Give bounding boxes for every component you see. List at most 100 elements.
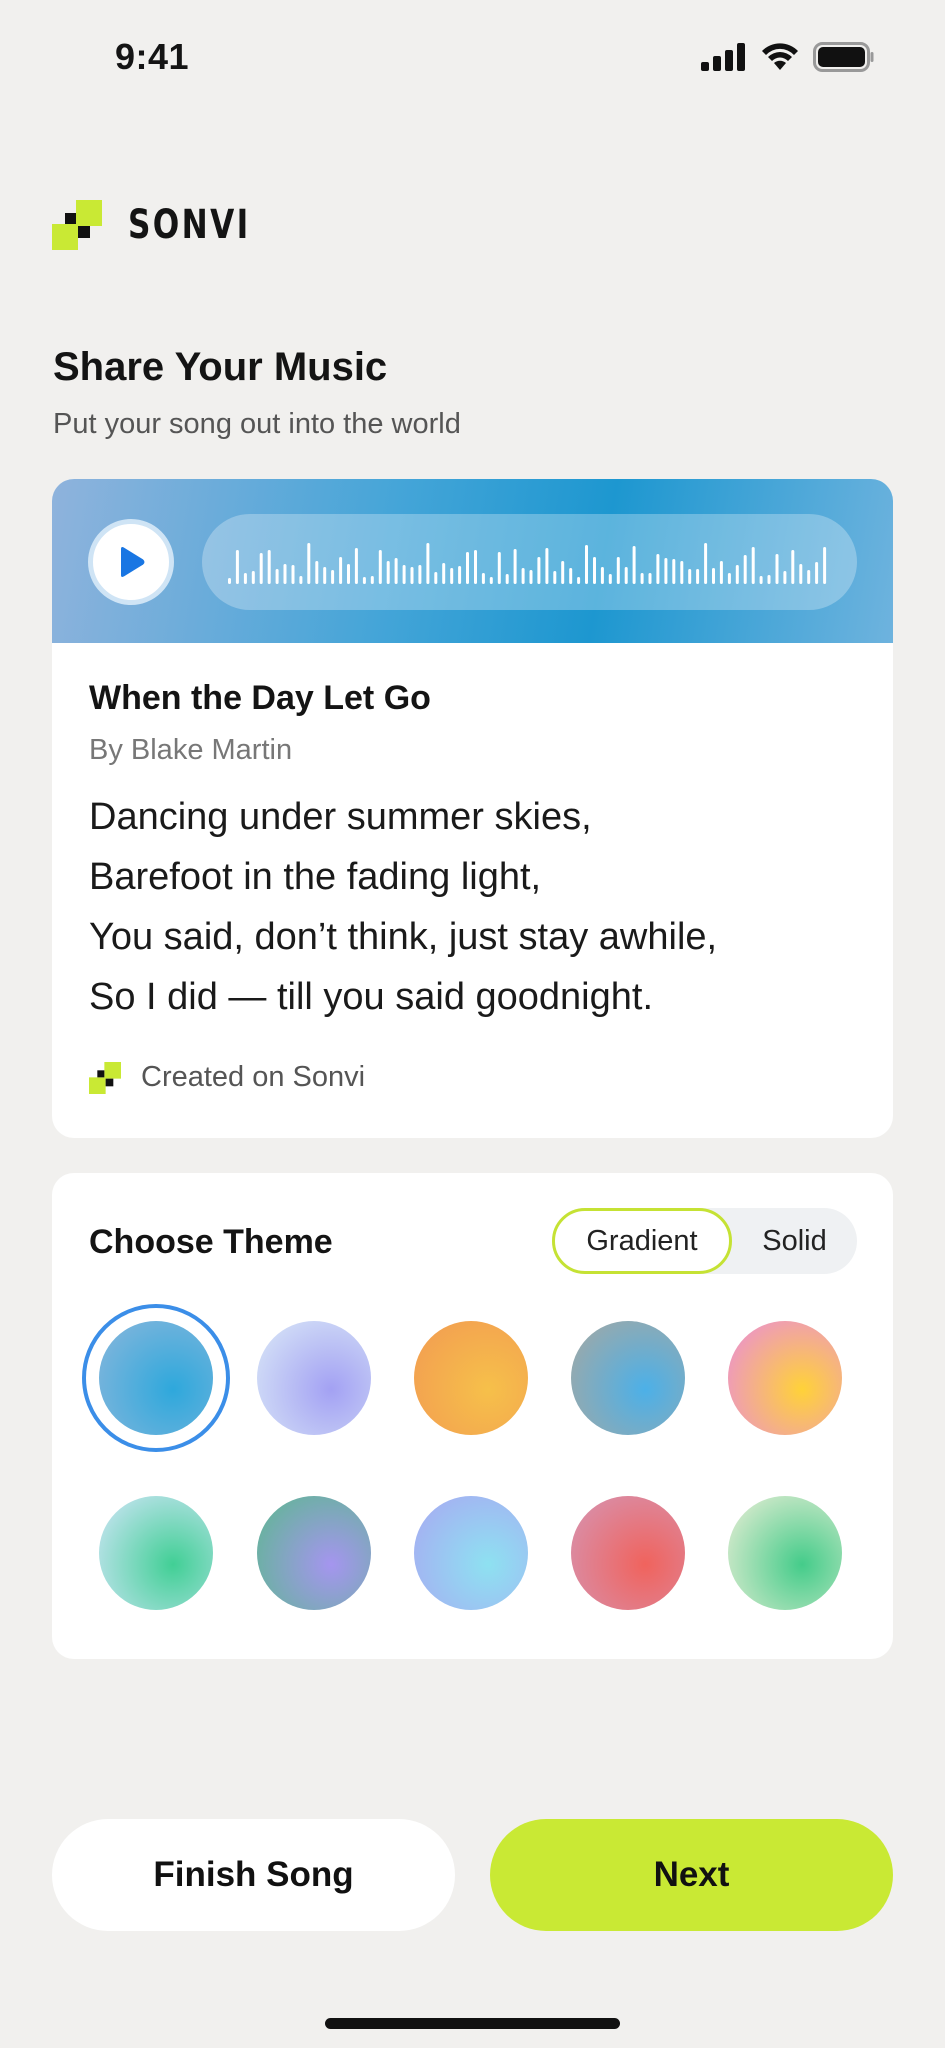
waveform-bar	[537, 557, 541, 584]
waveform-bar	[339, 557, 343, 584]
waveform-bar	[585, 545, 588, 584]
waveform-bar	[426, 543, 430, 584]
theme-swatch-green-cream[interactable]	[728, 1496, 842, 1610]
waveform-bar	[561, 561, 565, 584]
status-icons	[701, 42, 875, 72]
lyric-line: Dancing under summer skies,	[89, 796, 592, 838]
waveform-bar	[727, 573, 731, 584]
waveform-bar	[608, 574, 612, 584]
theme-title: Choose Theme	[89, 1223, 333, 1261]
theme-swatch-teal-blue[interactable]	[571, 1321, 685, 1435]
waveform-bar	[593, 557, 596, 584]
waveform-bar	[347, 564, 350, 584]
lyric-line: You said, don’t think, just stay awhile,	[89, 916, 718, 958]
waveform-bar	[481, 573, 485, 584]
waveform-bar	[235, 550, 239, 584]
page-subtitle: Put your song out into the world	[53, 408, 461, 440]
waveform-bar	[712, 568, 715, 584]
waveform[interactable]	[202, 514, 857, 610]
lyric-line: So I did — till you said goodnight.	[89, 976, 654, 1018]
waveform-bar	[378, 550, 382, 584]
waveform-bar	[704, 543, 708, 584]
waveform-bar	[275, 569, 279, 584]
waveform-bar	[735, 565, 739, 584]
waveform-bar	[759, 576, 763, 584]
waveform-bar	[362, 577, 366, 584]
waveform-bar	[672, 559, 676, 584]
status-time: 9:41	[115, 36, 190, 77]
brand-logo: SONVI	[52, 200, 285, 250]
wifi-icon	[762, 43, 798, 70]
waveform-bar	[307, 543, 311, 584]
battery-icon	[813, 42, 874, 72]
waveform-bar	[807, 570, 811, 584]
theme-swatch-lavender[interactable]	[257, 1321, 371, 1435]
home-indicator	[325, 2018, 620, 2029]
created-on-label: Created on Sonvi	[141, 1061, 366, 1093]
theme-swatch-orange[interactable]	[414, 1321, 528, 1435]
next-button[interactable]: Next	[490, 1819, 893, 1931]
sonvi-logo-icon	[52, 200, 102, 250]
theme-swatch-mint[interactable]	[99, 1496, 213, 1610]
waveform-bar	[458, 566, 462, 584]
waveform-bar	[529, 570, 533, 584]
waveform-bar	[783, 571, 787, 584]
waveform-bar	[331, 570, 335, 584]
page-title: Share Your Music	[53, 345, 388, 389]
waveform-bar	[791, 550, 795, 584]
waveform-bar	[799, 564, 803, 584]
selected-swatch-ring	[82, 1304, 230, 1452]
waveform-bar	[719, 561, 723, 584]
song-preview-card: When the Day Let Go By Blake Martin Danc…	[52, 479, 893, 1138]
waveform-bar	[354, 548, 358, 584]
waveform-bar	[418, 565, 422, 584]
theme-swatch-coral[interactable]	[571, 1496, 685, 1610]
audio-player	[52, 479, 893, 643]
waveform-bar	[513, 549, 517, 584]
waveform-bar	[323, 567, 327, 584]
sonvi-small-logo-icon	[89, 1061, 121, 1094]
waveform-bar	[243, 573, 247, 584]
waveform-bar	[497, 552, 501, 584]
waveform-bar	[640, 573, 644, 584]
waveform-bar	[315, 561, 319, 584]
lyrics: Dancing under summer skies, Barefoot in …	[89, 787, 717, 1027]
waveform-bar	[474, 550, 477, 584]
waveform-bar	[267, 550, 271, 584]
waveform-bar	[688, 569, 692, 584]
waveform-bar	[767, 575, 771, 584]
waveform-bar	[751, 547, 755, 584]
waveform-bar	[386, 561, 390, 584]
theme-swatch-rainbow[interactable]	[728, 1321, 842, 1435]
waveform-bar	[251, 571, 255, 584]
status-bar: 9:41	[0, 0, 945, 120]
waveform-bar	[299, 576, 303, 584]
waveform-bar	[569, 568, 573, 584]
waveform-bar	[656, 554, 660, 584]
song-title: When the Day Let Go	[89, 679, 431, 717]
waveform-bar	[442, 563, 446, 584]
waveform-bar	[505, 574, 509, 584]
waveform-bar	[775, 554, 779, 584]
waveform-bar	[664, 558, 668, 584]
theme-swatch-violet-green[interactable]	[257, 1496, 371, 1610]
waveform-bar	[291, 565, 295, 584]
waveform-bar	[259, 553, 263, 584]
waveform-bar	[402, 565, 406, 584]
waveform-bar	[815, 562, 819, 584]
waveform-bar	[450, 568, 454, 584]
toggle-gradient[interactable]: Gradient	[552, 1208, 732, 1274]
waveform-bar	[228, 578, 231, 584]
waveform-bar	[434, 572, 438, 584]
waveform-bar	[743, 555, 747, 584]
theme-swatch-aqua[interactable]	[414, 1496, 528, 1610]
toggle-solid[interactable]: Solid	[732, 1208, 857, 1274]
waveform-bar	[616, 557, 620, 584]
waveform-bar	[489, 577, 493, 584]
waveform-bar	[283, 564, 287, 584]
play-button[interactable]	[88, 519, 174, 605]
waveform-bar	[370, 576, 374, 584]
lyric-line: Barefoot in the fading light,	[89, 856, 542, 898]
waveform-bar	[410, 567, 414, 584]
finish-song-button[interactable]: Finish Song	[52, 1819, 455, 1931]
